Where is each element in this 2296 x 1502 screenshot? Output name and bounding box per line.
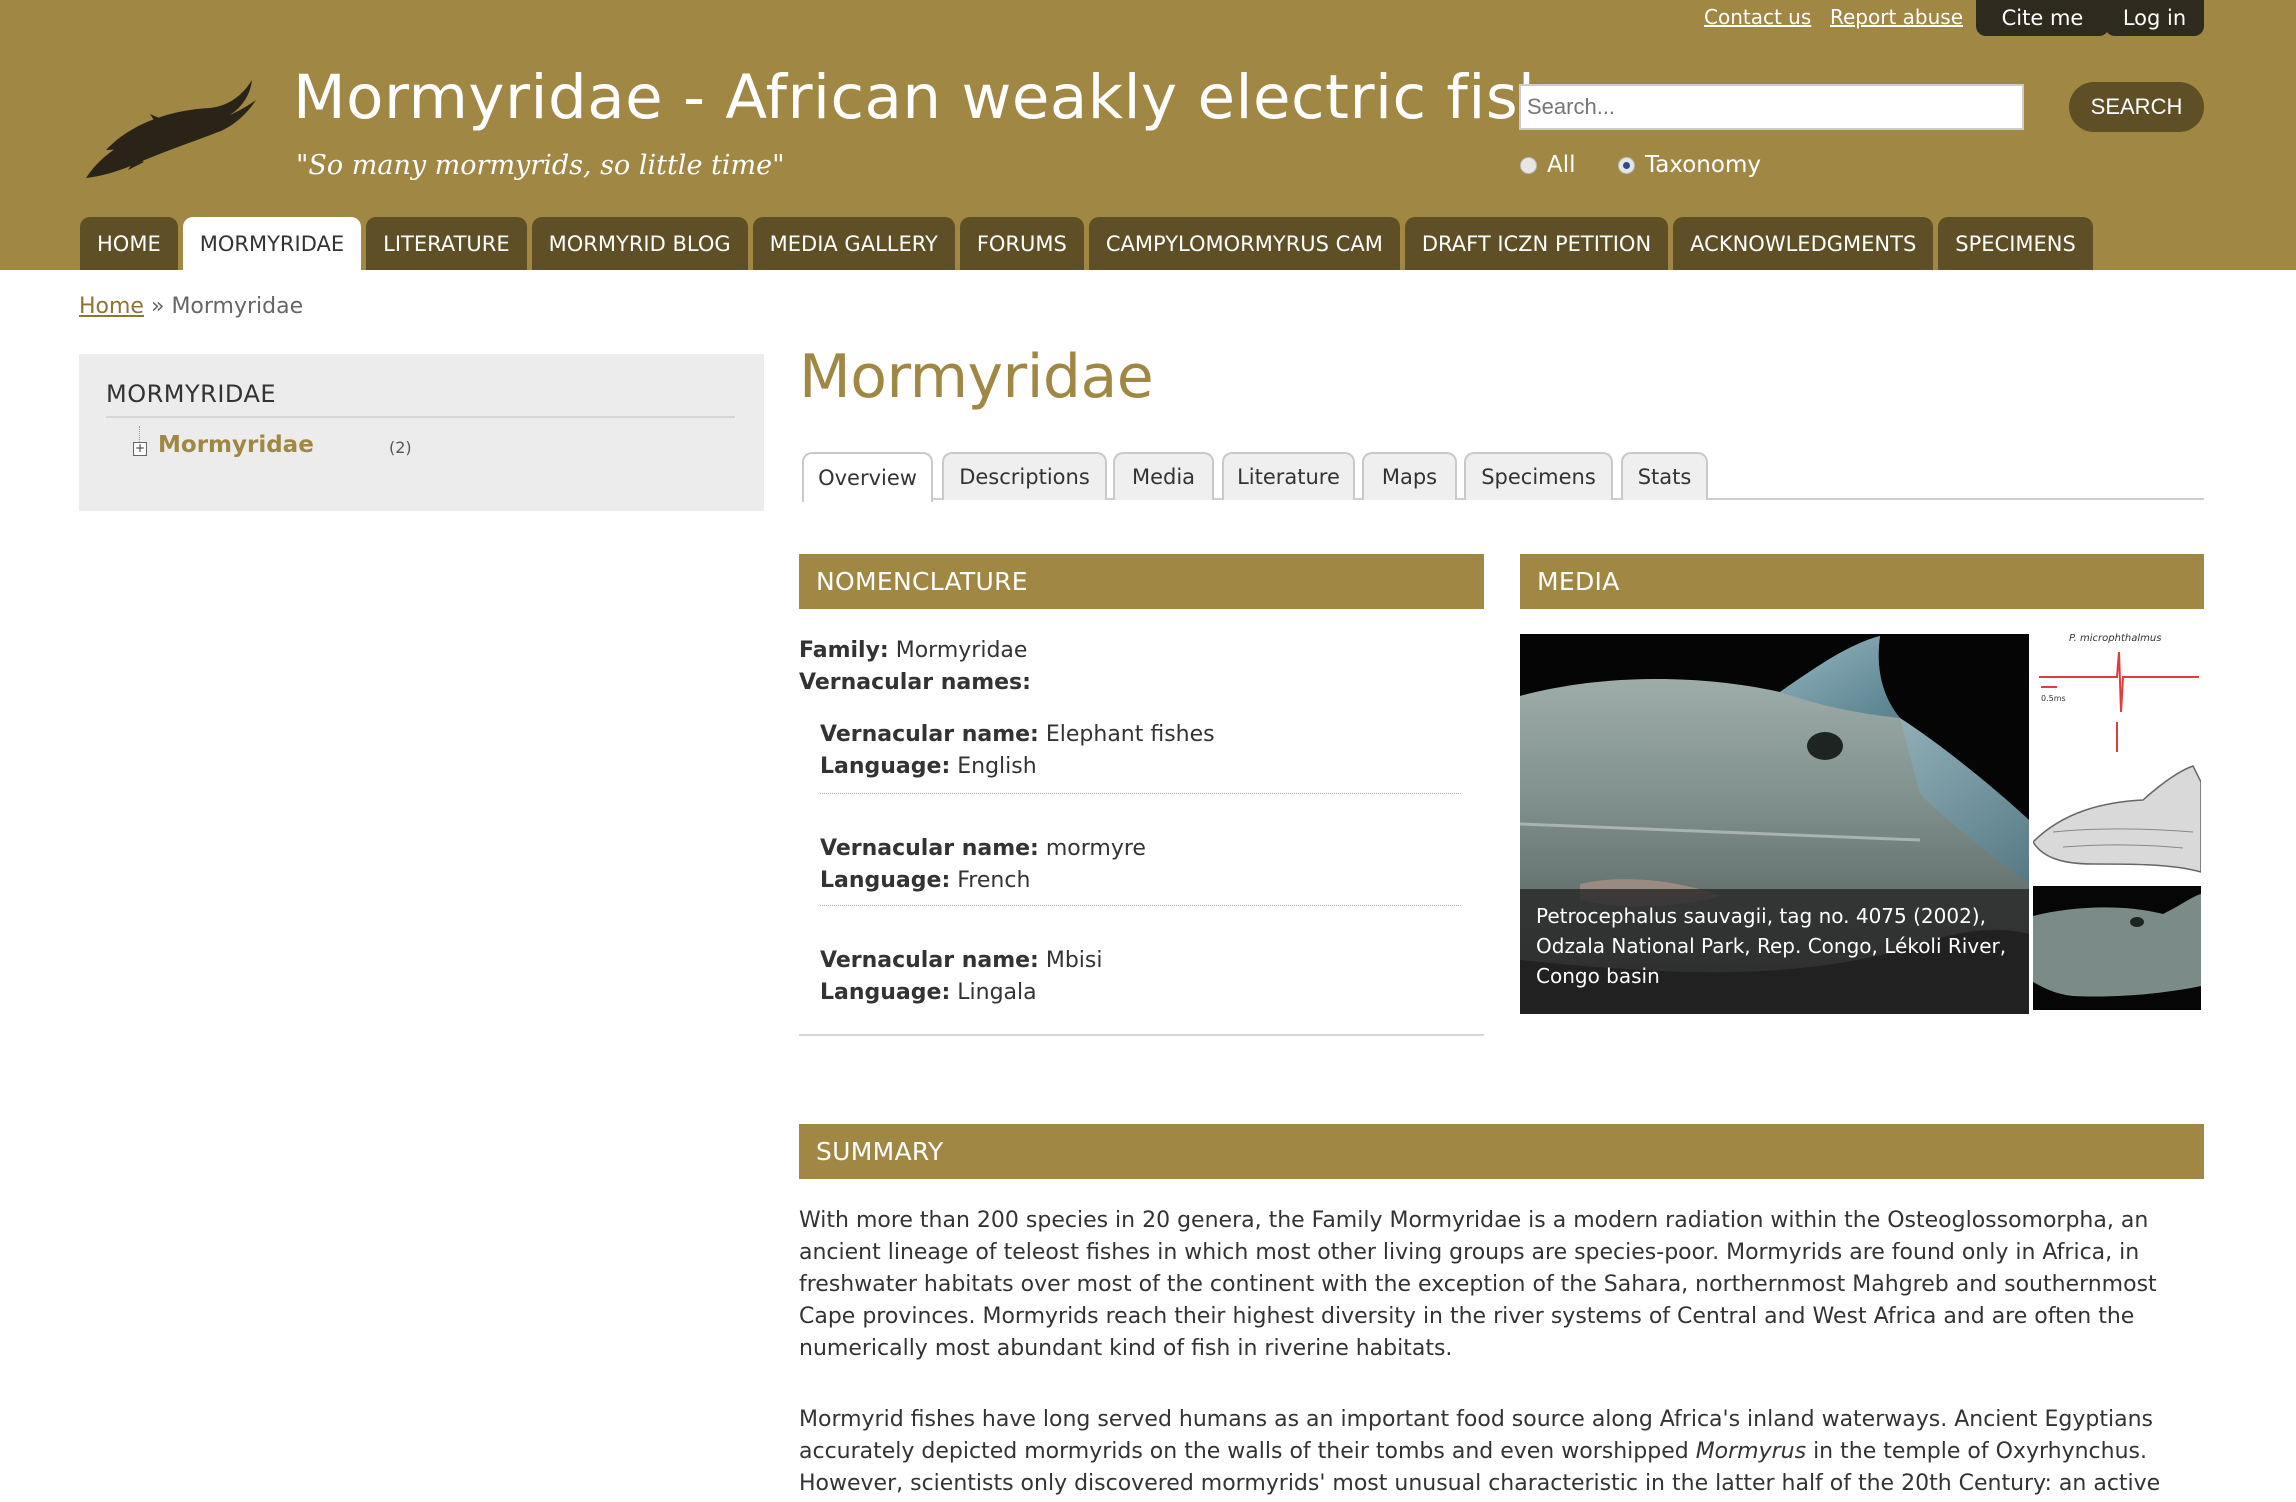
media-caption: Petrocephalus sauvagii, tag no. 4075 (20…	[1520, 889, 2029, 1014]
breadcrumb-current: Mormyridae	[171, 294, 304, 319]
site-title[interactable]: Mormyridae - African weakly electric fis…	[293, 62, 1628, 133]
sidebar-title: MORMYRIDAE	[106, 380, 277, 408]
tab-stats[interactable]: Stats	[1621, 452, 1708, 500]
language-row: Language: French	[820, 868, 1030, 893]
summary-paragraph-1: With more than 200 species in 20 genera,…	[799, 1208, 2157, 1361]
thumbnail-scale-label: 0.5ms	[2041, 694, 2066, 703]
nav-campylomormyrus-cam[interactable]: CAMPYLOMORMYRUS CAM	[1088, 217, 1400, 270]
breadcrumb-home-link[interactable]: Home	[79, 294, 144, 319]
tab-maps[interactable]: Maps	[1362, 452, 1457, 500]
nav-mormyrid-blog[interactable]: MORMYRID BLOG	[531, 217, 748, 270]
language-row: Language: English	[820, 754, 1037, 779]
breadcrumb-separator: »	[150, 294, 165, 319]
main-nav: HOME MORMYRIDAE LITERATURE MORMYRID BLOG…	[80, 217, 2093, 270]
nav-home[interactable]: HOME	[80, 217, 178, 270]
vernacular-name-label: Vernacular name:	[820, 948, 1039, 973]
genus-mormyrus: Mormyrus	[1695, 1439, 1807, 1464]
page-title: Mormyridae	[799, 342, 1154, 412]
language-label: Language:	[820, 868, 951, 893]
family-label: Family:	[799, 638, 889, 663]
search-scope-all[interactable]: All	[1520, 152, 1576, 178]
nav-forums[interactable]: FORUMS	[959, 217, 1084, 270]
expand-icon[interactable]: +	[133, 442, 147, 456]
log-in-button[interactable]: Log in	[2105, 0, 2204, 36]
vernacular-name-label: Vernacular name:	[820, 722, 1039, 747]
language-row: Language: Lingala	[820, 980, 1037, 1005]
breadcrumb: Home » Mormyridae	[79, 294, 303, 319]
contact-us-link[interactable]: Contact us	[1704, 5, 1811, 29]
search-button[interactable]: SEARCH	[2069, 82, 2204, 132]
nav-acknowledgments[interactable]: ACKNOWLEDGMENTS	[1673, 217, 1934, 270]
summary-paragraph-2: Mormyrid fishes have long served humans …	[799, 1407, 2161, 1496]
nav-mormyridae[interactable]: MORMYRIDAE	[182, 217, 362, 270]
site-logo[interactable]	[78, 66, 260, 182]
radio-unselected-icon[interactable]	[1520, 156, 1537, 174]
vernacular-name-row: Vernacular name: Mbisi	[820, 948, 1103, 973]
language-value: French	[957, 868, 1031, 893]
tree-item-count: (2)	[389, 438, 412, 457]
tree-item-mormyridae[interactable]: Mormyridae	[158, 432, 314, 458]
media-thumbnail-eod[interactable]: P. microphthalmus 0.5ms	[2033, 632, 2201, 882]
radio-taxonomy-label: Taxonomy	[1645, 152, 1761, 178]
nomenclature-heading: NOMENCLATURE	[799, 554, 1484, 609]
tab-descriptions[interactable]: Descriptions	[942, 452, 1107, 500]
entry-divider	[820, 793, 1461, 794]
vernacular-name-value: Mbisi	[1045, 948, 1103, 973]
eod-waveform-drawing	[2033, 651, 2201, 873]
sidebar-divider	[106, 416, 735, 418]
entry-divider	[820, 905, 1461, 906]
search-input[interactable]	[1519, 84, 2024, 130]
nav-literature[interactable]: LITERATURE	[366, 217, 527, 270]
language-value: Lingala	[957, 980, 1037, 1005]
cite-me-button[interactable]: Cite me	[1976, 0, 2109, 36]
tab-literature[interactable]: Literature	[1222, 452, 1355, 500]
tab-overview[interactable]: Overview	[802, 452, 933, 502]
site-slogan: "So many mormyrids, so little time"	[296, 150, 785, 181]
radio-all-label: All	[1547, 152, 1576, 178]
site-header: Mormyridae - African weakly electric fis…	[0, 0, 2296, 270]
language-label: Language:	[820, 980, 951, 1005]
nav-specimens[interactable]: SPECIMENS	[1938, 217, 2093, 270]
vernacular-names-heading: Vernacular names:	[799, 670, 1031, 695]
language-value: English	[957, 754, 1037, 779]
vernacular-name-row: Vernacular name: Elephant fishes	[820, 722, 1215, 747]
tab-specimens[interactable]: Specimens	[1464, 452, 1613, 500]
vernacular-name-value: mormyre	[1045, 836, 1146, 861]
content-tabs: Overview Descriptions Media Literature M…	[802, 452, 2204, 502]
vernacular-name-value: Elephant fishes	[1045, 722, 1215, 747]
media-heading: MEDIA	[1520, 554, 2204, 609]
summary-heading: SUMMARY	[799, 1124, 2204, 1179]
language-label: Language:	[820, 754, 951, 779]
vernacular-name-row: Vernacular name: mormyre	[820, 836, 1146, 861]
nav-media-gallery[interactable]: MEDIA GALLERY	[752, 217, 955, 270]
nav-draft-iczn-petition[interactable]: DRAFT ICZN PETITION	[1404, 217, 1669, 270]
nomenclature-bottom-rule	[799, 1034, 1484, 1036]
fish-thumbnail-photo	[2033, 886, 2201, 1010]
thumbnail-species-label: P. microphthalmus	[2069, 633, 2162, 644]
radio-selected-icon[interactable]	[1618, 156, 1635, 174]
vernacular-name-label: Vernacular name:	[820, 836, 1039, 861]
tab-media[interactable]: Media	[1113, 452, 1214, 500]
report-abuse-link[interactable]: Report abuse	[1830, 5, 1963, 29]
family-value: Mormyridae	[895, 638, 1028, 663]
search-scope-taxonomy[interactable]: Taxonomy	[1618, 152, 1761, 178]
media-main-image[interactable]: Petrocephalus sauvagii, tag no. 4075 (20…	[1520, 634, 2029, 1014]
family-row: Family: Mormyridae	[799, 638, 1027, 663]
media-thumbnail-fish[interactable]	[2033, 886, 2201, 1010]
taxonomy-sidebar: MORMYRIDAE + Mormyridae (2)	[79, 354, 764, 511]
